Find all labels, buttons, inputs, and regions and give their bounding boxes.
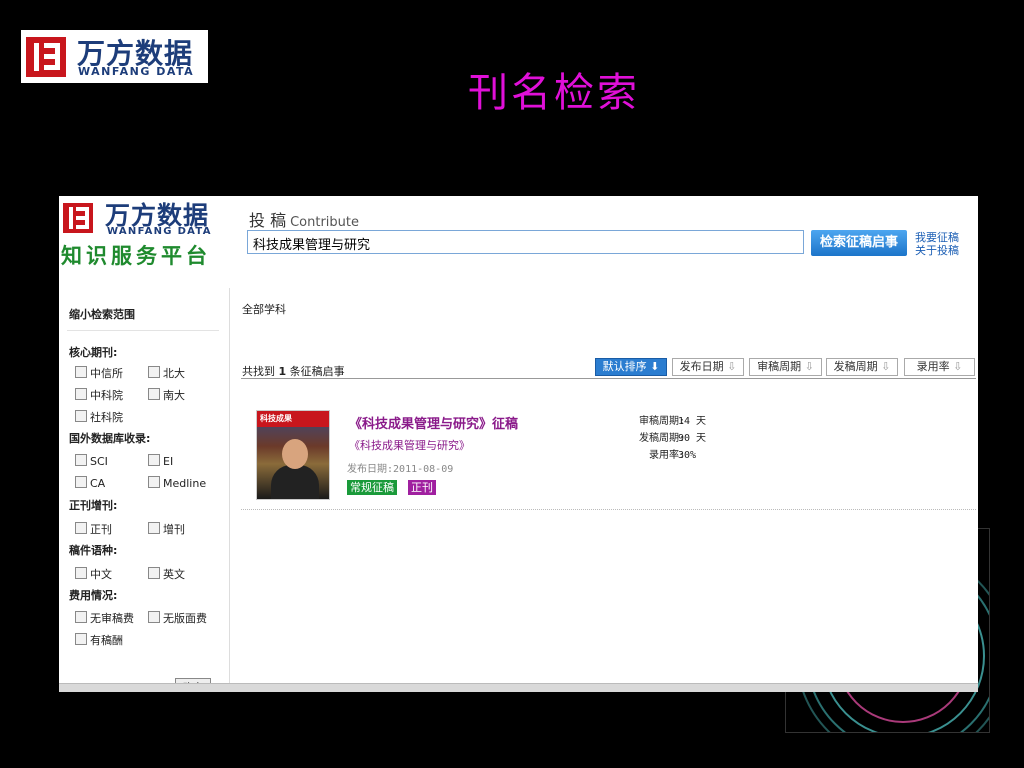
result-count: 共找到 1 条征稿启事 [242, 365, 345, 378]
checkbox-regular[interactable]: 正刊 [75, 521, 112, 537]
embedded-screenshot: 万方数据 WANFANG DATA 知识服务平台 投 稿 Contribute 科… [59, 196, 978, 692]
checkbox-chinese[interactable]: 中文 [75, 566, 112, 582]
checkbox-medline[interactable]: Medline [148, 476, 206, 490]
sort-publish-period[interactable]: 发稿周期 ⇩ [826, 358, 898, 376]
logo-text-en: WANFANG DATA [78, 65, 195, 78]
checkbox-icon[interactable] [75, 522, 87, 534]
sort-review-period[interactable]: 审稿周期 ⇩ [749, 358, 822, 376]
site-logo-en: WANFANG DATA [107, 226, 212, 237]
checkbox-ei[interactable]: EI [148, 454, 173, 468]
journal-cover-image[interactable]: 科技成果 [256, 410, 330, 500]
side-links: 我要征稿 关于投稿 [915, 231, 959, 257]
checkbox-cass[interactable]: 社科院 [75, 409, 123, 425]
sort-arrow-icon: ⬇ [650, 360, 660, 373]
checkbox-icon[interactable] [148, 567, 160, 579]
checkbox-no-page-fee[interactable]: 无版面费 [148, 610, 207, 626]
filter-heading-fees: 费用情况: [69, 589, 118, 602]
checkbox-icon[interactable] [148, 388, 160, 400]
sidebar-divider [67, 330, 219, 331]
checkbox-istic[interactable]: 中信所 [75, 365, 123, 381]
sort-publish-date[interactable]: 发布日期 ⇩ [672, 358, 744, 376]
wanfang-logo-icon [63, 203, 93, 233]
checkbox-cas[interactable]: 中科院 [75, 387, 123, 403]
checkbox-icon[interactable] [75, 476, 87, 488]
result-separator [241, 509, 976, 510]
result-journal-name[interactable]: 《科技成果管理与研究》 [349, 437, 470, 453]
sort-default[interactable]: 默认排序 ⬇ [595, 358, 667, 376]
search-button[interactable]: 检索征稿启事 [811, 230, 907, 256]
checkbox-icon[interactable] [148, 476, 160, 488]
checkbox-icon[interactable] [75, 366, 87, 378]
result-stat-values: 14 天 90 天 30% [678, 413, 706, 464]
checkbox-icon[interactable] [148, 611, 160, 623]
stat-publish-period: 90 天 [678, 433, 707, 444]
checkbox-nju[interactable]: 南大 [148, 387, 185, 403]
stat-review-period: 14 天 [678, 416, 707, 427]
tag-regular-issue: 正刊 [408, 480, 436, 495]
checkbox-english[interactable]: 英文 [148, 566, 185, 582]
filter-heading-core: 核心期刊: [69, 346, 118, 359]
sort-arrow-icon: ⇩ [804, 360, 814, 373]
checkbox-icon[interactable] [75, 633, 87, 645]
result-date: 发布日期:2011-08-09 [347, 464, 454, 475]
checkbox-supplement[interactable]: 增刊 [148, 521, 185, 537]
checkbox-icon[interactable] [148, 522, 160, 534]
result-title[interactable]: 《科技成果管理与研究》征稿 [349, 413, 518, 432]
sort-acceptance-rate[interactable]: 录用率 ⇩ [904, 358, 975, 376]
filter-heading-foreign-db: 国外数据库收录: [69, 432, 151, 445]
checkbox-no-review-fee[interactable]: 无审稿费 [75, 610, 134, 626]
contribute-heading: 投 稿 Contribute [249, 207, 359, 231]
checkbox-icon[interactable] [148, 366, 160, 378]
platform-name: 知识服务平台 [61, 243, 211, 268]
result-stat-labels: 审稿周期: 发稿周期: 录用率: [638, 416, 685, 461]
about-contribute-link[interactable]: 关于投稿 [915, 244, 959, 257]
sort-arrow-icon: ⇩ [881, 360, 891, 373]
result-divider [241, 378, 976, 379]
filter-heading-issue-type: 正刊增刊: [69, 499, 118, 512]
sidebar-title: 缩小检索范围 [69, 308, 135, 321]
stat-acceptance-rate: 30% [678, 450, 697, 461]
checkbox-pku[interactable]: 北大 [148, 365, 185, 381]
sort-arrow-icon: ⇩ [953, 360, 963, 373]
result-count-number: 1 [278, 365, 287, 378]
search-input[interactable]: 科技成果管理与研究 [247, 230, 804, 254]
checkbox-icon[interactable] [75, 611, 87, 623]
wanfang-slide-logo: 万方数据 WANFANG DATA [21, 30, 208, 83]
checkbox-ca[interactable]: CA [75, 476, 105, 490]
slide-title: 刊名检索 [468, 70, 640, 116]
contribute-label-en: Contribute [290, 215, 360, 230]
checkbox-icon[interactable] [75, 454, 87, 466]
sort-arrow-icon: ⇩ [727, 360, 737, 373]
horizontal-scrollbar[interactable] [59, 683, 978, 692]
checkbox-icon[interactable] [75, 567, 87, 579]
contribute-label-cn: 投 稿 [249, 211, 287, 230]
want-contribute-link[interactable]: 我要征稿 [915, 231, 959, 244]
checkbox-sci[interactable]: SCI [75, 454, 108, 468]
checkbox-icon[interactable] [148, 454, 160, 466]
wanfang-logo-icon [26, 37, 66, 77]
subject-filter[interactable]: 全部学科 [242, 301, 286, 317]
filter-sidebar: 缩小检索范围 核心期刊: 中信所 北大 中科院 南大 社科院 国外数据库收录: … [59, 288, 230, 692]
site-logo[interactable]: 万方数据 WANFANG DATA 知识服务平台 [59, 196, 239, 276]
filter-heading-language: 稿件语种: [69, 544, 118, 557]
tag-regular-call: 常规征稿 [347, 480, 397, 495]
checkbox-icon[interactable] [75, 410, 87, 422]
checkbox-icon[interactable] [75, 388, 87, 400]
checkbox-paid[interactable]: 有稿酬 [75, 632, 123, 648]
